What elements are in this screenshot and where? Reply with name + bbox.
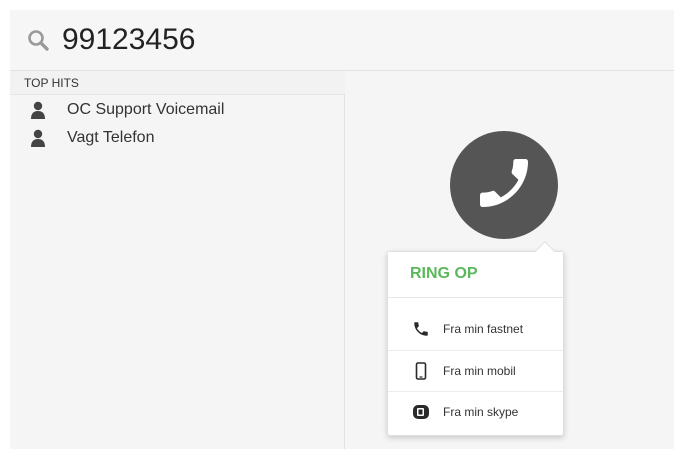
call-option-landline[interactable]: Fra min fastnet [388, 309, 563, 350]
call-option-label: Fra min skype [443, 405, 519, 419]
call-options-popover: RING OP Fra min fastnet Fra min mobil Fr… [387, 241, 564, 436]
section-header-top-hits: TOP HITS [10, 71, 345, 95]
result-name: OC Support Voicemail [67, 101, 225, 118]
search-icon [26, 28, 50, 52]
list-item[interactable]: Vagt Telefon [10, 127, 345, 155]
detail-pane: RING OP Fra min fastnet Fra min mobil Fr… [346, 71, 674, 449]
call-option-label: Fra min mobil [443, 364, 516, 378]
call-option-mobile[interactable]: Fra min mobil [388, 350, 563, 391]
results-pane: TOP HITS OC Support Voicemail Vagt Telef… [10, 71, 345, 449]
skype-icon [412, 403, 430, 421]
app-frame: TOP HITS OC Support Voicemail [10, 10, 674, 449]
person-icon [30, 101, 46, 119]
call-options-list: Fra min fastnet Fra min mobil Fra min sk… [388, 309, 563, 432]
call-button[interactable] [450, 131, 558, 239]
mobile-phone-icon [412, 362, 430, 380]
call-option-skype[interactable]: Fra min skype [388, 391, 563, 432]
phone-icon [472, 151, 536, 220]
search-input[interactable] [62, 20, 652, 60]
list-item[interactable]: OC Support Voicemail [10, 99, 345, 127]
phone-handset-icon [412, 320, 430, 338]
result-name: Vagt Telefon [67, 129, 155, 146]
search-bar [10, 10, 674, 71]
result-list: OC Support Voicemail Vagt Telefon [10, 99, 345, 155]
popover-title: RING OP [388, 252, 563, 298]
call-option-label: Fra min fastnet [443, 322, 524, 336]
person-icon [30, 129, 46, 147]
